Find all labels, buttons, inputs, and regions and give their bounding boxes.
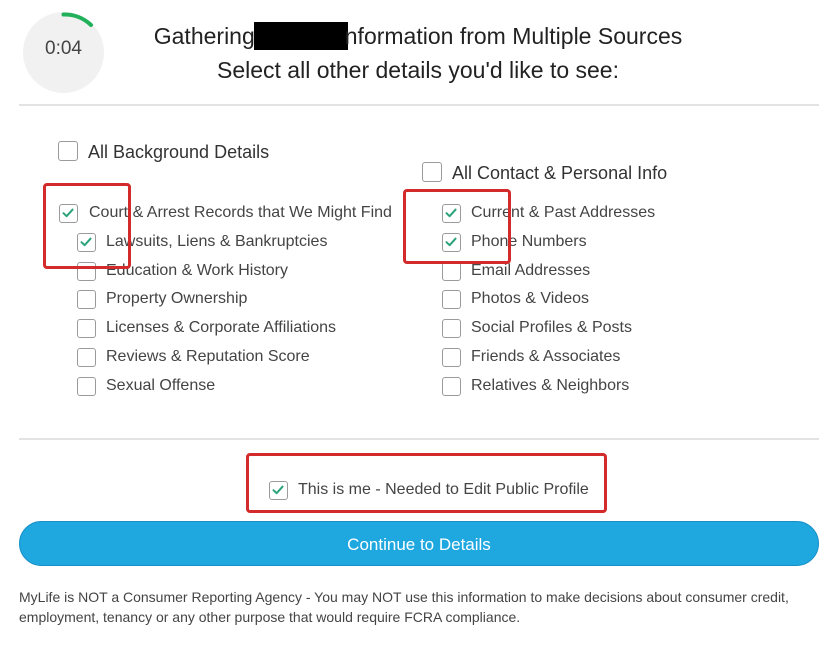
page-subtitle: Select all other details you'd like to s…	[216, 57, 619, 83]
highlight-box-background	[43, 183, 131, 269]
background-item-label: Education & Work History	[106, 262, 288, 279]
this-is-me-checkbox[interactable]	[269, 481, 288, 500]
contact-item-label: Email Addresses	[471, 262, 591, 279]
contact-item-label: Friends & Associates	[471, 348, 621, 365]
background-item-label: Property Ownership	[106, 290, 248, 307]
continue-to-details-button[interactable]: Continue to Details	[19, 521, 819, 566]
background-item-checkbox[interactable]	[77, 319, 96, 338]
contact-item-label: Relatives & Neighbors	[471, 377, 630, 394]
page-title: Gathering nformation from Multiple Source…	[118, 22, 718, 50]
contact-item-checkbox[interactable]	[442, 377, 461, 396]
redacted-name	[253, 22, 348, 50]
background-item-checkbox[interactable]	[77, 290, 96, 309]
contact-item-checkbox[interactable]	[442, 348, 461, 367]
all-contact-checkbox[interactable]	[422, 162, 442, 182]
highlight-box-contact	[403, 189, 511, 264]
this-is-me-label: This is me - Needed to Edit Public Profi…	[298, 481, 589, 498]
title-suffix: nformation from Multiple Sources	[344, 23, 683, 49]
background-item-label: Lawsuits, Liens & Bankruptcies	[106, 233, 328, 250]
title-prefix: Gathering	[153, 23, 255, 49]
top-divider	[19, 104, 819, 106]
background-item-checkbox[interactable]	[77, 348, 96, 367]
all-contact-label: All Contact & Personal Info	[452, 163, 668, 183]
contact-item-label: Photos & Videos	[471, 290, 590, 307]
bottom-divider	[19, 438, 819, 440]
contact-item-checkbox[interactable]	[442, 290, 461, 309]
checkmark-icon	[272, 485, 284, 495]
timer-value: 0:04	[45, 38, 82, 59]
background-item-label: Licenses & Corporate Affiliations	[106, 319, 337, 336]
background-item-label: Sexual Offense	[106, 377, 216, 394]
fcra-disclaimer: MyLife is NOT a Consumer Reporting Agenc…	[19, 589, 789, 625]
background-item-label: Court & Arrest Records that We Might Fin…	[89, 204, 392, 221]
all-background-label: All Background Details	[88, 142, 270, 162]
background-item-label: Reviews & Reputation Score	[106, 348, 310, 365]
contact-item-checkbox[interactable]	[442, 262, 461, 281]
contact-item-label: Social Profiles & Posts	[471, 319, 632, 336]
countdown-timer: 0:04	[23, 12, 104, 93]
contact-item-checkbox[interactable]	[442, 319, 461, 338]
background-item-checkbox[interactable]	[77, 377, 96, 396]
all-background-checkbox[interactable]	[58, 141, 78, 161]
